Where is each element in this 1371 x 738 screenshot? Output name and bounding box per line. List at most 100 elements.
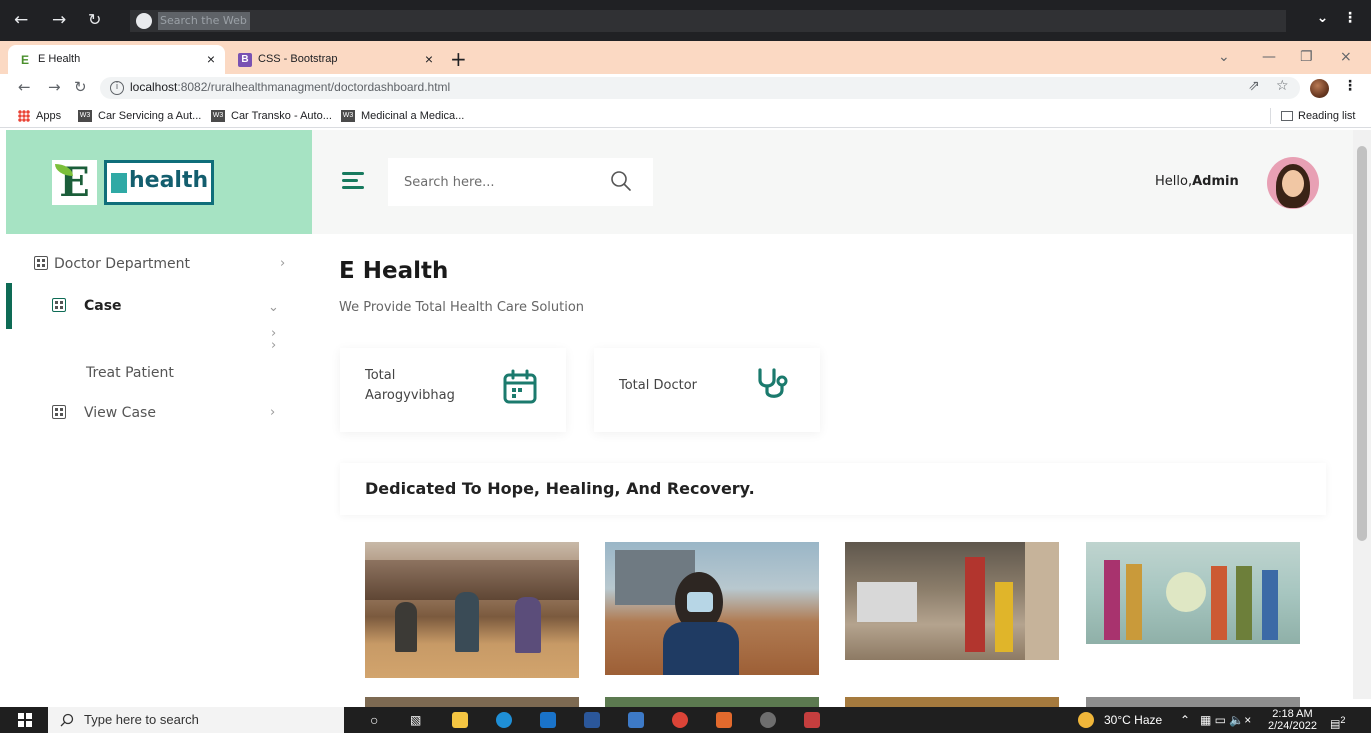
chevron-right-icon: ›: [270, 405, 276, 420]
stethoscope-icon: [758, 368, 788, 398]
clock[interactable]: 2:18 AM 2/24/2022: [1268, 708, 1317, 734]
gallery-photo-row2-3: [845, 697, 1059, 707]
page-title: E Health: [339, 258, 449, 284]
sidebar-item-view-case[interactable]: View Case: [52, 405, 156, 421]
word-icon[interactable]: [584, 712, 600, 728]
gallery-photo-masked-girl: [605, 542, 819, 675]
new-tab-button[interactable]: +: [450, 47, 467, 71]
browser-menu-icon[interactable]: ⋮: [1343, 78, 1357, 94]
stat-label: Total Doctor: [619, 378, 697, 393]
tab-ehealth[interactable]: E E Health ×: [8, 45, 225, 74]
tab-close-icon[interactable]: ×: [207, 45, 215, 74]
tab-close-icon[interactable]: ×: [425, 45, 433, 74]
bookmark-medicinal[interactable]: W3 Medicinal a Medica...: [341, 108, 464, 124]
windows-taskbar: Type here to search ○ ▧ 30°C Haze ⌃ ▦ ▭ …: [0, 707, 1371, 733]
taskbar-search-input[interactable]: Type here to search: [48, 707, 344, 733]
sidebar-item-treat-patient[interactable]: Treat Patient: [86, 365, 174, 381]
reading-list-icon: [1281, 111, 1293, 122]
case-icon: [52, 298, 66, 312]
w3-icon: W3: [78, 110, 92, 123]
w3-icon: W3: [341, 110, 355, 123]
stat-card-aarogyvibhag[interactable]: Total Aarogyvibhag: [340, 348, 566, 432]
reading-list[interactable]: Reading list: [1270, 108, 1355, 124]
bootstrap-favicon-icon: B: [238, 53, 252, 67]
ehealth-logo[interactable]: E health: [52, 160, 214, 205]
stat-label: Total Aarogyvibhag: [365, 368, 455, 403]
sidebar: Doctor Department › Case ⌄ › › Treat Pati…: [6, 234, 312, 699]
tab-search-icon[interactable]: ⌄: [1218, 49, 1230, 65]
chevron-right-icon: ›: [280, 256, 286, 271]
search-input[interactable]: [404, 172, 604, 192]
task-view-icon[interactable]: ▧: [410, 707, 421, 733]
minimize-icon[interactable]: —: [1262, 49, 1276, 65]
calendar-icon: [503, 369, 537, 404]
gallery-photo-row2-1: [365, 697, 579, 707]
weather-text[interactable]: 30°C Haze: [1104, 707, 1162, 733]
back-icon[interactable]: ←: [18, 78, 31, 96]
xampp-icon[interactable]: [716, 712, 732, 728]
address-bar-row: ← → ↻ i localhost:8082/ruralhealthmanagm…: [0, 74, 1371, 102]
bookmarks-bar: Apps W3 Car Servicing a Aut... W3 Car Tran…: [0, 102, 1371, 128]
bookmark-star-icon[interactable]: ☆: [1276, 78, 1289, 94]
notifications-icon[interactable]: ▤2: [1330, 707, 1346, 733]
store-icon[interactable]: [628, 712, 644, 728]
close-window-icon[interactable]: ×: [1340, 49, 1352, 65]
search-box: [388, 158, 653, 206]
chevron-down-icon: ⌄: [268, 300, 279, 315]
double-chevron-icon: › ›: [271, 326, 277, 353]
settings-gear-icon[interactable]: [760, 712, 776, 728]
scrollbar-thumb[interactable]: [1357, 146, 1367, 541]
chrome-icon[interactable]: [672, 712, 688, 728]
weather-icon[interactable]: [1078, 712, 1094, 728]
tab-strip: E E Health × B CSS - Bootstrap × + ⌄ — ❐…: [0, 41, 1371, 74]
gallery-photo-women-queue: [1086, 542, 1300, 644]
tray-chevron-up-icon[interactable]: ⌃: [1180, 707, 1190, 733]
browser-top-bar: ← → ↻ Search the Web ⌄ ⋮: [0, 0, 1371, 41]
tray-system-icons[interactable]: ▦ ▭ 🔈×: [1200, 707, 1251, 733]
browser-profile-avatar[interactable]: [1310, 79, 1329, 98]
forward-arrow-icon[interactable]: →: [52, 10, 66, 30]
site-info-icon[interactable]: i: [110, 81, 124, 95]
gallery-photo-rural-clinic: [365, 542, 579, 678]
sidebar-logo-header: E health: [6, 130, 312, 234]
web-search-placeholder: Search the Web: [158, 12, 250, 30]
windows-start-icon[interactable]: [18, 713, 32, 727]
bookmark-car-transko[interactable]: W3 Car Transko - Auto...: [211, 108, 332, 124]
url-bar[interactable]: i localhost:8082/ruralhealthmanagment/do…: [100, 77, 1300, 99]
search-icon[interactable]: [610, 170, 632, 192]
restore-icon[interactable]: ❐: [1300, 49, 1313, 65]
share-icon[interactable]: ⇗: [1248, 78, 1260, 94]
gallery-photo-health-camp: [845, 542, 1059, 660]
page-scrollbar[interactable]: [1353, 130, 1371, 699]
file-explorer-icon[interactable]: [452, 712, 468, 728]
gallery-photo-row2-2: [605, 697, 819, 707]
bookmark-car-servicing[interactable]: W3 Car Servicing a Aut...: [78, 108, 201, 124]
bookmark-apps[interactable]: Apps: [18, 108, 61, 124]
stat-card-doctor[interactable]: Total Doctor: [594, 348, 820, 432]
admin-avatar[interactable]: [1267, 157, 1319, 209]
reload-icon[interactable]: ↻: [88, 10, 101, 29]
greeting: Hello,Admin: [1155, 174, 1239, 189]
back-arrow-icon[interactable]: ←: [14, 10, 28, 30]
hamburger-menu-icon[interactable]: [342, 172, 364, 190]
forward-icon[interactable]: →: [48, 78, 61, 96]
logo-health-wordmark: health: [104, 160, 214, 205]
banner-text: Dedicated To Hope, Healing, And Recovery…: [365, 479, 755, 498]
app-header: Hello,Admin: [312, 130, 1353, 234]
menu-buttons[interactable]: ⌄ ⋮: [1317, 10, 1357, 26]
sidebar-item-doctor-department[interactable]: Doctor Department: [34, 256, 190, 272]
app-pinned-icon[interactable]: [804, 712, 820, 728]
mail-icon[interactable]: [540, 712, 556, 728]
sidebar-item-case[interactable]: Case: [52, 298, 122, 314]
gallery-photo-row2-4: [1086, 697, 1300, 707]
tab-title: CSS - Bootstrap: [258, 53, 338, 65]
url-text: localhost:8082/ruralhealthmanagment/doct…: [130, 80, 451, 94]
tab-css-bootstrap[interactable]: B CSS - Bootstrap ×: [228, 45, 443, 74]
department-icon: [34, 256, 48, 270]
logo-e-mark: E: [52, 160, 97, 205]
cortana-icon[interactable]: ○: [370, 707, 378, 733]
reload-icon[interactable]: ↻: [74, 78, 87, 96]
tab-title: E Health: [38, 53, 81, 65]
edge-icon[interactable]: [496, 712, 512, 728]
web-search-bar[interactable]: Search the Web: [130, 10, 1286, 32]
